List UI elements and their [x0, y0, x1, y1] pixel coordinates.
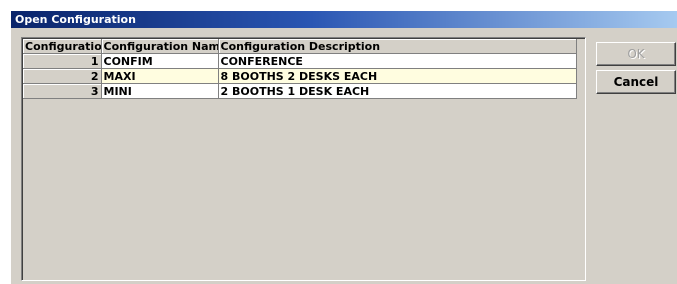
open-configuration-dialog: Open Configuration Configuration Configu… [10, 10, 677, 284]
column-header-description[interactable]: Configuration Description [218, 39, 577, 54]
row-number[interactable]: 3 [23, 83, 102, 99]
table-row[interactable]: 1 CONFIM CONFERENCE [23, 53, 577, 69]
ok-button[interactable]: OK [596, 42, 676, 66]
configuration-description-cell[interactable]: 2 BOOTHS 1 DESK EACH [218, 83, 577, 99]
configuration-name-cell[interactable]: CONFIM [101, 53, 219, 69]
cancel-button[interactable]: Cancel [596, 70, 676, 94]
title-bar[interactable]: Open Configuration [11, 11, 677, 28]
configuration-name-cell[interactable]: MAXI [101, 68, 219, 84]
table-row[interactable]: 3 MINI 2 BOOTHS 1 DESK EACH [23, 83, 577, 99]
column-header-configuration[interactable]: Configuration [23, 39, 102, 54]
configuration-grid[interactable]: Configuration Configuration Name Configu… [21, 37, 586, 281]
configuration-table: Configuration Configuration Name Configu… [23, 39, 577, 99]
column-header-name[interactable]: Configuration Name [101, 39, 219, 54]
header-row: Configuration Configuration Name Configu… [23, 39, 577, 54]
window-title: Open Configuration [15, 13, 136, 26]
table-row[interactable]: 2 MAXI 8 BOOTHS 2 DESKS EACH [23, 68, 577, 84]
row-number[interactable]: 1 [23, 53, 102, 69]
row-number[interactable]: 2 [23, 68, 102, 84]
configuration-name-cell[interactable]: MINI [101, 83, 219, 99]
configuration-description-cell[interactable]: CONFERENCE [218, 53, 577, 69]
configuration-description-cell[interactable]: 8 BOOTHS 2 DESKS EACH [218, 68, 577, 84]
